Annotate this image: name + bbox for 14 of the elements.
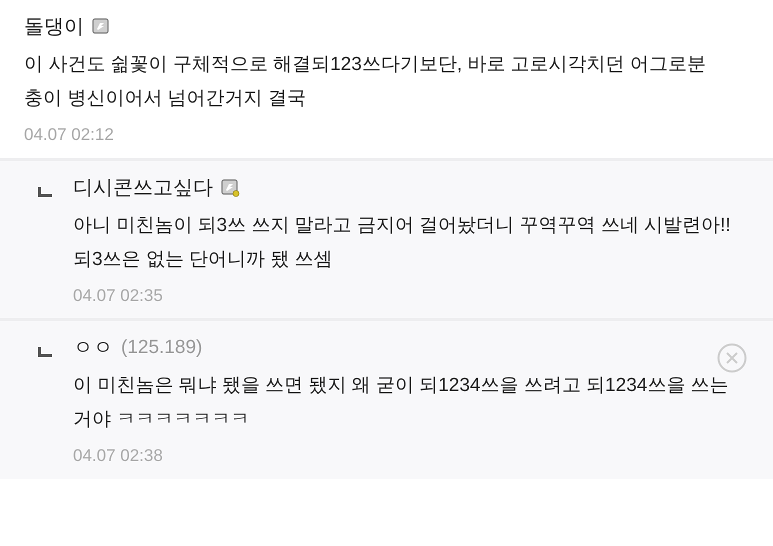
comment-text: 이 미친놈은 뭐냐 됐을 쓰면 됐지 왜 굳이 되1234쓰을 쓰려고 되1234쓰을 쓰는거야 ㅋㅋㅋㅋㅋㅋㅋ xyxy=(73,374,730,432)
author-name: 디시콘쓰고싶다 xyxy=(73,176,213,200)
author-name: 돌댕이 xyxy=(24,15,84,40)
author-name: ㅇㅇ xyxy=(73,336,113,361)
comment-text: 되3쓰은 없는 단어니까 됐 쓰셈 xyxy=(73,248,334,272)
timestamp: 04.07 02:35 xyxy=(73,284,164,306)
comment-text: 이 사건도 쉶꽃이 구체적으로 해결되123쓰다기보단, 바로 고로시각치던 어그로분충이 병신이어서 넘어간거지 결국 xyxy=(24,53,707,111)
delete-icon[interactable] xyxy=(717,343,747,373)
reply-arrow-icon xyxy=(38,186,52,196)
reply-arrow-icon xyxy=(38,347,52,357)
ip-address: (125.189) xyxy=(121,336,202,360)
timestamp: 04.07 02:12 xyxy=(24,124,115,146)
timestamp: 04.07 02:38 xyxy=(73,445,164,467)
comment-text: 아니 미친놈이 되3쓰 쓰지 말라고 금지어 걸어놨더니 꾸역꾸역 쓰네 시발련아!! xyxy=(73,214,731,238)
